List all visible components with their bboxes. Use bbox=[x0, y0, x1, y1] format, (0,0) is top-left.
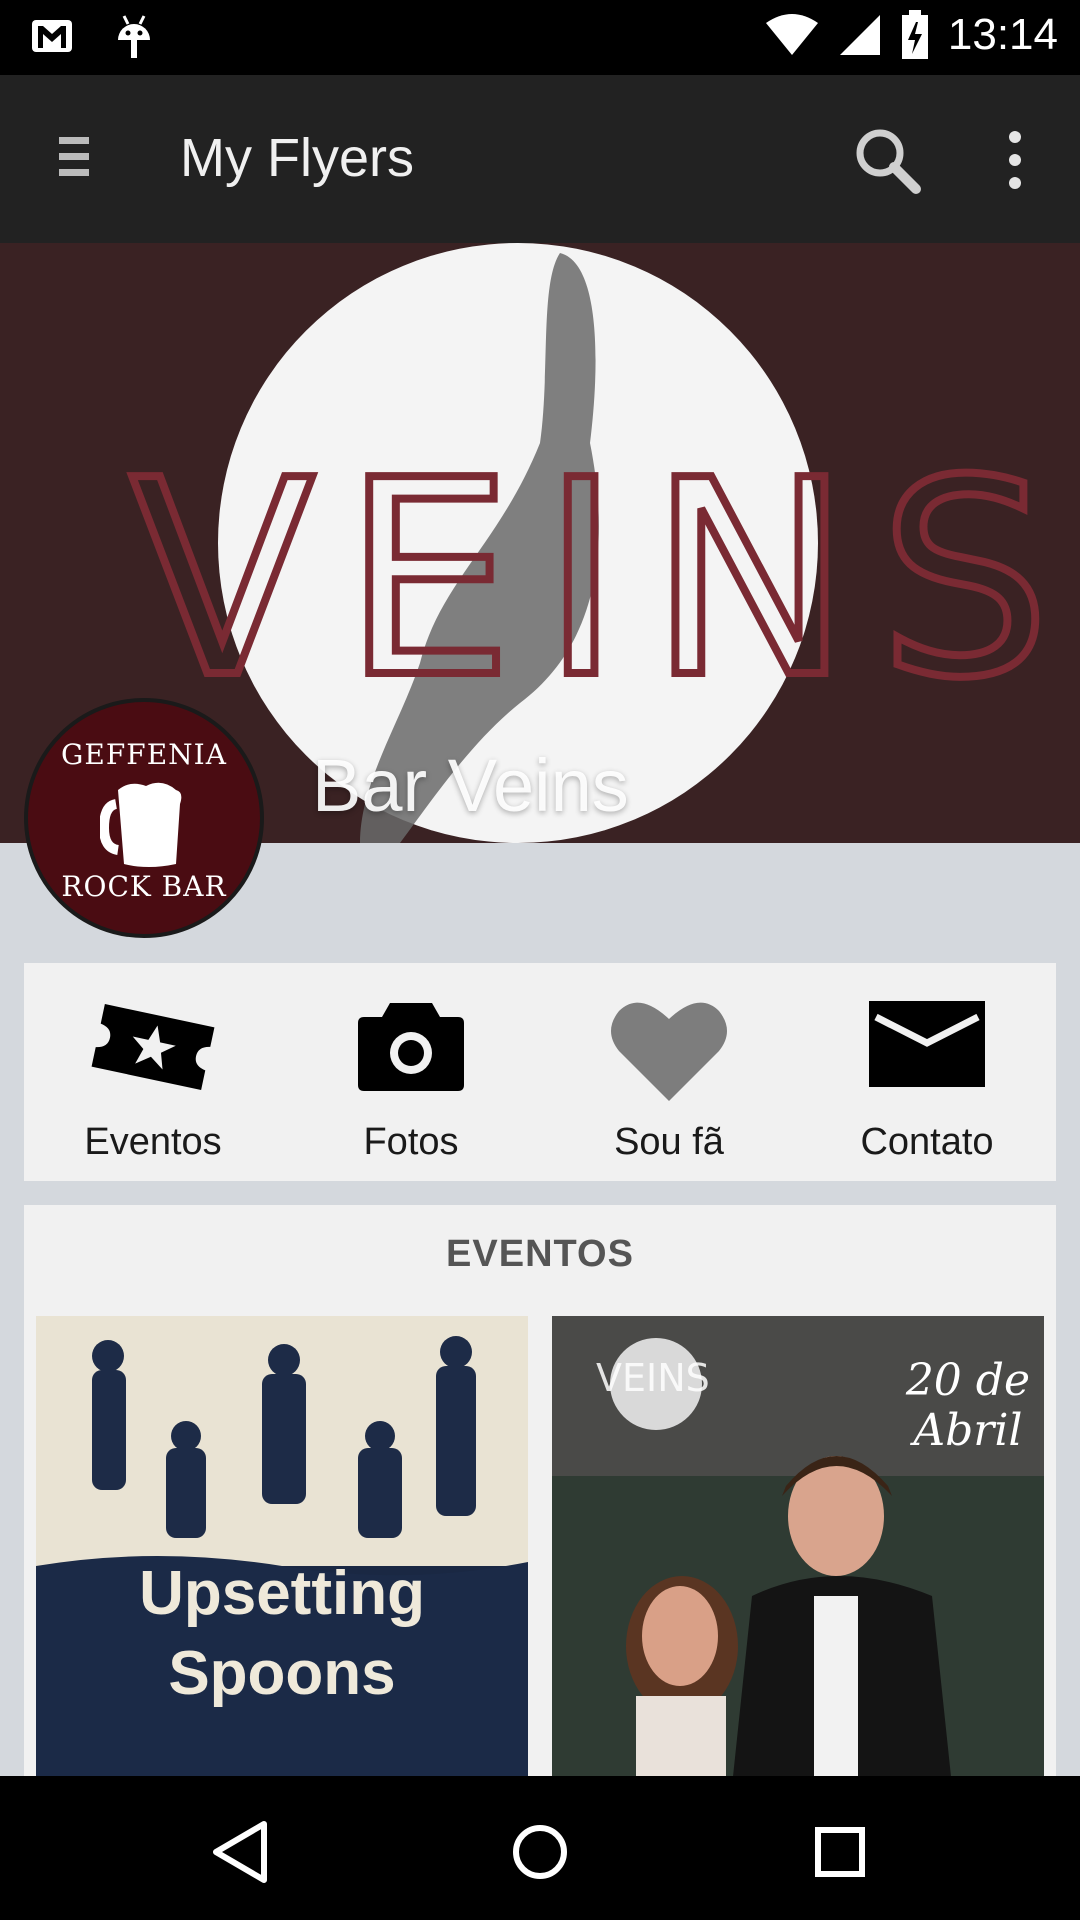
ticket-star-icon bbox=[91, 1004, 215, 1090]
band-silhouette-image bbox=[36, 1316, 528, 1786]
android-icon bbox=[118, 15, 150, 58]
recent-apps-icon[interactable] bbox=[800, 1812, 880, 1892]
event-flyer-20-de-abril[interactable]: VEINS 20 de Abril bbox=[552, 1316, 1044, 1786]
heart-icon bbox=[611, 1002, 727, 1101]
flyer-date-line2: Abril bbox=[913, 1405, 1023, 1456]
avatar-line1: GEFFENIA bbox=[61, 738, 227, 771]
action-sou-fa[interactable]: Sou fã bbox=[540, 963, 798, 1181]
search-icon[interactable] bbox=[850, 123, 924, 197]
flyer-date-line1: 20 de bbox=[905, 1355, 1030, 1406]
events-title: EVENTOS bbox=[446, 1233, 634, 1275]
envelope-icon bbox=[869, 1001, 985, 1087]
menu-icon[interactable] bbox=[45, 127, 105, 187]
beer-mug-icon bbox=[100, 782, 182, 867]
action-label: Eventos bbox=[84, 1121, 222, 1163]
action-label: Contato bbox=[860, 1121, 994, 1163]
gmail-icon bbox=[32, 20, 72, 52]
app-bar: My Flyers bbox=[0, 75, 1080, 243]
status-bar: 13:14 bbox=[0, 0, 1080, 75]
venue-name: Bar Veins bbox=[312, 744, 629, 827]
action-fotos[interactable]: Fotos bbox=[282, 963, 540, 1181]
flyer-title-line1: Upsetting bbox=[139, 1559, 425, 1628]
more-vert-icon[interactable] bbox=[990, 125, 1040, 195]
home-icon[interactable] bbox=[500, 1812, 580, 1892]
avatar[interactable]: GEFFENIA ROCK BAR bbox=[24, 698, 264, 938]
cover-logo-text: VEINS bbox=[130, 422, 1078, 737]
flyer-title-line2: Spoons bbox=[168, 1639, 396, 1708]
flyer-badge: VEINS bbox=[596, 1356, 710, 1400]
page-title: My Flyers bbox=[180, 128, 414, 188]
action-eventos[interactable]: Eventos bbox=[24, 963, 282, 1181]
navigation-bar bbox=[0, 1776, 1080, 1920]
status-time: 13:14 bbox=[947, 10, 1058, 59]
event-flyer-upsetting-spoons[interactable]: Upsetting Spoons bbox=[36, 1316, 528, 1786]
flyer-date: 20 de Abril bbox=[906, 1356, 1030, 1456]
action-label: Fotos bbox=[363, 1121, 459, 1163]
avatar-line2: ROCK BAR bbox=[61, 870, 227, 903]
flyer-title: Upsetting Spoons bbox=[36, 1554, 528, 1714]
camera-icon bbox=[358, 1003, 464, 1091]
actions-card: Eventos Fotos Sou fã Contato bbox=[24, 963, 1056, 1181]
action-label: Sou fã bbox=[614, 1121, 724, 1163]
action-contato[interactable]: Contato bbox=[798, 963, 1056, 1181]
back-icon[interactable] bbox=[200, 1812, 280, 1892]
wifi-icon bbox=[765, 14, 818, 55]
signal-icon bbox=[839, 15, 880, 55]
battery-icon bbox=[901, 10, 928, 59]
